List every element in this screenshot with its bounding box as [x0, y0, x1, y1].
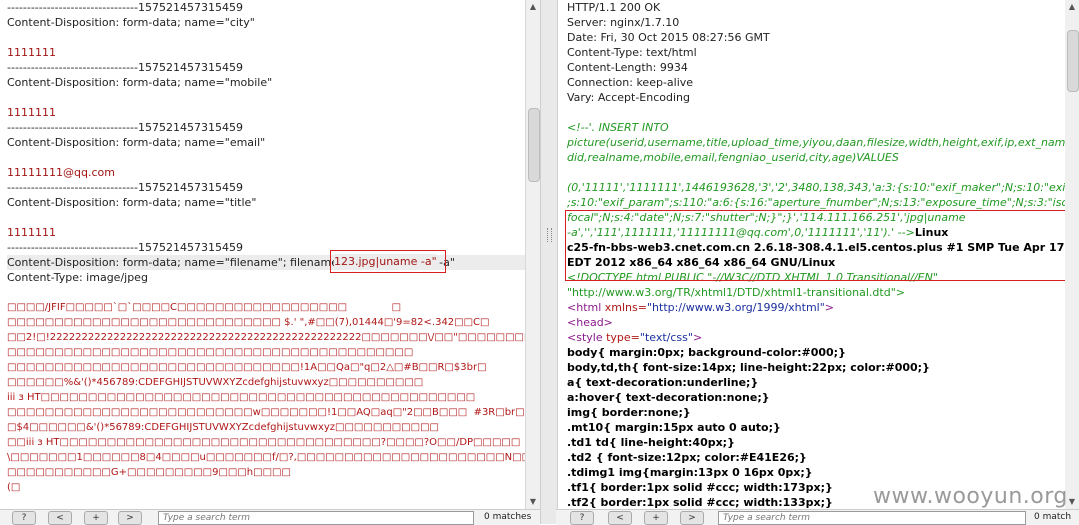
- help-button[interactable]: ?: [570, 511, 594, 525]
- scroll-up-icon[interactable]: ▲: [1065, 0, 1079, 14]
- next-button[interactable]: >: [680, 511, 704, 525]
- css-line: .td2 { font-size:12px; color:#E41E26;}: [567, 451, 807, 464]
- binary-line: □□□□□□□□□□□□□□□□□□□□□□□□□□□□□□□!1A□□Qa□"…: [7, 362, 487, 373]
- tag-close: >: [692, 331, 703, 344]
- scroll-thumb[interactable]: [528, 108, 540, 182]
- css-line: img{ border:none;}: [567, 406, 691, 419]
- binary-line: □□2!□!2222222222222222222222222222222222…: [7, 332, 525, 343]
- tag-name: <html: [567, 301, 602, 314]
- response-header: Server: nginx/1.7.10: [567, 16, 680, 29]
- boundary-line: ---------------------------------1575214…: [7, 121, 243, 134]
- match-count: 0 matches: [484, 512, 532, 522]
- scroll-down-icon[interactable]: ▼: [526, 495, 540, 509]
- binary-line: □□□□□□□□□□□□□□□□□□□□□□□□□□□□□□□□□□□□□□□□…: [7, 347, 414, 358]
- add-button[interactable]: +: [84, 511, 108, 525]
- search-input[interactable]: [158, 511, 474, 525]
- header-line: Content-Disposition: form-data; name="mo…: [7, 76, 273, 89]
- header-line: Content-Disposition: form-data; name="ti…: [7, 196, 257, 209]
- boundary-line: ---------------------------------1575214…: [7, 181, 243, 194]
- next-button[interactable]: >: [118, 511, 142, 525]
- binary-line: □□□□□□□□□□□□□□□□□□□□□□□□□□□□□ $.' ",#□□(…: [7, 317, 525, 328]
- boundary-line: ---------------------------------1575214…: [7, 61, 243, 74]
- previous-button[interactable]: <: [608, 511, 632, 525]
- scroll-thumb[interactable]: [1067, 30, 1079, 92]
- field-value: 1111111: [7, 106, 56, 119]
- content-type-line: Content-Type: image/jpeg: [7, 271, 148, 284]
- boundary-line: ---------------------------------1575214…: [7, 241, 243, 254]
- sql-comment-line: ;s:10:"exif_param";s:110:"a:6:{s:16:"ape…: [567, 196, 1079, 209]
- sql-comment-line: picture(userid,username,title,upload_tim…: [567, 136, 1079, 149]
- field-value: 11111111@qq.com: [7, 166, 115, 179]
- css-line: a{ text-decoration:underline;}: [567, 376, 759, 389]
- tag-name: <style: [567, 331, 603, 344]
- css-line: body,td,th{ font-size:14px; line-height:…: [567, 361, 930, 374]
- previous-button[interactable]: <: [48, 511, 72, 525]
- head-tag-line: <head>: [567, 316, 613, 329]
- attr-value: "http://www.w3.org/1999/xhtml": [646, 301, 825, 314]
- request-body[interactable]: ---------------------------------1575214…: [0, 0, 525, 509]
- response-header: Content-Length: 9934: [567, 61, 688, 74]
- response-pane[interactable]: HTTP/1.1 200 OK Server: nginx/1.7.10 Dat…: [556, 0, 1079, 509]
- request-scrollbar[interactable]: ▲ ▼: [525, 0, 540, 509]
- response-scrollbar[interactable]: ▲ ▼: [1065, 0, 1079, 509]
- status-line: HTTP/1.1 200 OK: [567, 1, 661, 14]
- css-line: .tdimg1 img{margin:13px 0 16px 0px;}: [567, 466, 813, 479]
- header-line: Content-Disposition: form-data; name="ci…: [7, 16, 255, 29]
- tag-close: >: [824, 301, 835, 314]
- attr-name: xmlns=: [601, 301, 647, 314]
- sql-comment-line: (0,'11111','1111111',1446193628,'3','2',…: [567, 181, 1079, 194]
- watermark: www.wooyun.org: [873, 484, 1068, 509]
- binary-line: iii з HT□□□□□□□□□□□□□□□□□□□□□□□□□□□□□□□□…: [7, 392, 476, 403]
- style-tag-line: <style type="text/css">: [567, 330, 1079, 345]
- attr-name: type=: [602, 331, 640, 344]
- splitter-grip-icon[interactable]: [547, 228, 552, 242]
- sql-comment-line: did,realname,mobile,email,fengniao_useri…: [567, 151, 899, 164]
- binary-line: □□□□/JFIF□□□□□`□`□□□□C□□□□□□□□□□□□□□□□□□…: [7, 302, 402, 313]
- scroll-up-icon[interactable]: ▲: [526, 0, 540, 14]
- search-input[interactable]: [718, 511, 1026, 525]
- binary-line: \□□□□□□□1□□□□□□8□4□□□□u□□□□□□□f/□?,□□□□□…: [7, 452, 525, 463]
- header-line: Content-Disposition: form-data; name="em…: [7, 136, 266, 149]
- css-line: .td1 td{ line-height:40px;}: [567, 436, 735, 449]
- help-button[interactable]: ?: [12, 511, 36, 525]
- dtd-url-line: "http://www.w3.org/TR/xhtml1/DTD/xhtml1-…: [567, 286, 905, 299]
- css-line: .mt10{ margin:15px auto 0 auto;}: [567, 421, 781, 434]
- css-line: body{ margin:0px; background-color:#000;…: [567, 346, 846, 359]
- response-header: Date: Fri, 30 Oct 2015 08:27:56 GMT: [567, 31, 770, 44]
- binary-line: □□□□□□□□□□□G+□□□□□□□□□9□□□h□□□□: [7, 467, 291, 478]
- request-pane[interactable]: ---------------------------------1575214…: [0, 0, 525, 509]
- binary-line: (□: [7, 482, 21, 493]
- field-value: 1111111: [7, 226, 56, 239]
- response-header: Content-Type: text/html: [567, 46, 697, 59]
- match-count: 0 match: [1034, 512, 1072, 522]
- binary-line: □□iii з HT□□□□□□□□□□□□□□□□□□□□□□□□□□□□□□…: [7, 437, 521, 448]
- request-search-bar: ? < + > 0 matches: [0, 509, 540, 525]
- response-header: Vary: Accept-Encoding: [567, 91, 690, 104]
- binary-line: □$4□□□□□□&'()*56789:CDEFGHIJSTUVWXYZcdef…: [7, 422, 439, 433]
- html-tag-line: <html xmlns="http://www.w3.org/1999/xhtm…: [567, 300, 1079, 315]
- binary-line: □□□□□□□□□□□□□□□□□□□□□□□□□□w□□□□□□□!1□□AQ…: [7, 407, 525, 418]
- sql-comment-line: <!--'. INSERT INTO: [567, 121, 669, 134]
- add-button[interactable]: +: [644, 511, 668, 525]
- css-line: a:hover{ text-decoration:none;}: [567, 391, 770, 404]
- response-search-bar: ? < + > 0 match: [556, 509, 1079, 525]
- boundary-line: ---------------------------------1575214…: [7, 1, 243, 14]
- filename-header-line: Content-Disposition: form-data; name="fi…: [7, 255, 525, 270]
- command-output-highlight-box: [565, 210, 1075, 281]
- sql-comment-line: [567, 165, 1079, 180]
- injected-filename: 123.jpg|uname -a": [334, 254, 437, 269]
- field-value: 1111111: [7, 46, 56, 59]
- binary-line: □□□□□□%&'()*456789:CDEFGHIJSTUVWXYZcdefg…: [7, 377, 424, 388]
- response-header: Connection: keep-alive: [567, 76, 694, 89]
- attr-value: "text/css": [639, 331, 693, 344]
